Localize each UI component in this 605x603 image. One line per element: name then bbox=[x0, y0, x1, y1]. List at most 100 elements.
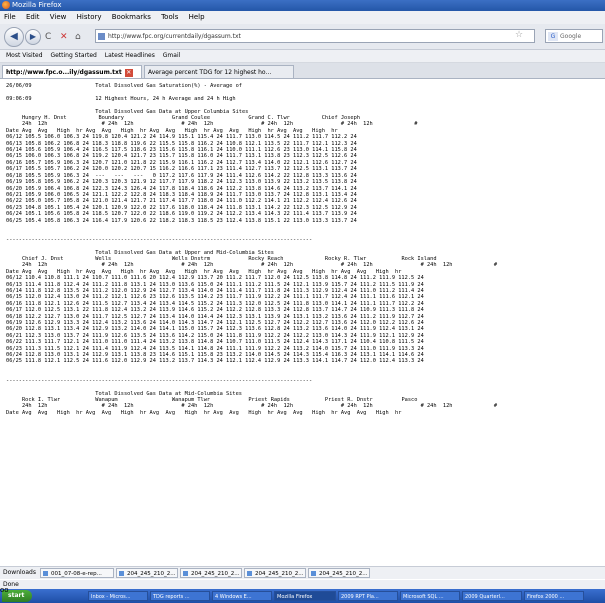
data-row: 06/25 105.4 105.8 106.3 24 116.4 117.9 1… bbox=[6, 217, 357, 224]
search-placeholder: Google bbox=[560, 33, 582, 40]
menu-edit[interactable]: Edit bbox=[26, 13, 40, 21]
divider: ----------------------------------------… bbox=[6, 377, 313, 384]
section-1-heading: Total Dissolved Gas Data at Upper Columb… bbox=[95, 108, 249, 115]
reload-button[interactable]: C bbox=[45, 31, 51, 43]
data-row: 06/20 112.8 113.1 113.4 24 112.9 113.2 1… bbox=[6, 326, 424, 333]
data-row: 06/16 105.7 105.9 106.3 24 120.7 121.0 1… bbox=[6, 159, 357, 166]
taskbar-item[interactable]: 2009 RPT Pla... bbox=[338, 591, 398, 601]
section-2-rows: 06/12 110.4 110.8 111.1 24 110.7 111.0 1… bbox=[6, 275, 424, 364]
download-item[interactable]: 204_245_210_2... bbox=[308, 568, 370, 578]
menu-history[interactable]: History bbox=[77, 13, 102, 21]
data-row: 06/17 112.0 112.5 113.1 22 111.8 112.4 1… bbox=[6, 307, 424, 314]
taskbar-item[interactable]: Microsoft SQL ... bbox=[400, 591, 460, 601]
taskbar-item[interactable]: Inbox - Micros... bbox=[88, 591, 148, 601]
taskbar-item[interactable]: 2009 Quarterl... bbox=[462, 591, 522, 601]
taskbar-item[interactable]: 4 Windows E... bbox=[212, 591, 272, 601]
section-1-rows: 06/12 105.5 106.0 106.3 24 119.8 120.4 1… bbox=[6, 134, 357, 223]
report-title-1: Total Dissolved Gas Saturation(%) - Aver… bbox=[95, 83, 242, 89]
data-row: 06/19 105.8 105.9 106.2 24 120.3 120.3 1… bbox=[6, 179, 357, 186]
data-row: 06/14 105.6 105.9 106.4 24 116.5 117.5 1… bbox=[6, 147, 357, 154]
bookmark-most-visited[interactable]: Most Visited bbox=[6, 52, 43, 59]
section-2-cols1: 24h 12h # 24h 12h # 24h 12h # 24h 12h # … bbox=[6, 262, 498, 269]
data-row: 06/19 112.6 112.9 113.3 24 112.4 113.2 1… bbox=[6, 320, 424, 327]
menu-bookmarks[interactable]: Bookmarks bbox=[112, 13, 151, 21]
download-item[interactable]: 001_07-08-e-rep... bbox=[40, 568, 114, 578]
report-date: 26/06/09 bbox=[6, 83, 32, 89]
tab-label: Average percent TDG for 12 highest ho... bbox=[148, 69, 272, 76]
data-row: 06/15 106.0 106.3 106.8 24 119.2 120.4 1… bbox=[6, 153, 357, 160]
section-3-cols2: Date Avg Avg High hr Avg Avg High hr Avg… bbox=[6, 409, 402, 416]
data-row: 06/15 112.0 112.4 113.0 24 111.2 112.1 1… bbox=[6, 294, 424, 301]
section-2-heading: Total Dissolved Gas Data at Upper and Mi… bbox=[95, 249, 274, 256]
forward-button[interactable]: ▶ bbox=[25, 29, 41, 45]
back-button[interactable]: ◀ bbox=[4, 27, 24, 47]
navigation-toolbar: ◀ ▶ C ✕ ⌂ http://www.fpc.org/currentdail… bbox=[0, 24, 605, 50]
taskbar-item[interactable]: TDG reports ... bbox=[150, 591, 210, 601]
tab-label: http://www.fpc.o...ily/dgassum.txt bbox=[6, 69, 122, 76]
section-2-sites: Chief J. Dnst Wells Wells Dnstrm Rocky R… bbox=[21, 255, 437, 262]
section-1-sites: Hungry H. Dnst Boundary Grand Coulee Gra… bbox=[21, 115, 360, 122]
data-row: 06/18 105.5 105.9 106.3 24 --- --- --- 0… bbox=[6, 172, 357, 179]
data-row: 06/12 105.5 106.0 106.3 24 119.8 120.4 1… bbox=[6, 134, 357, 141]
search-box[interactable]: G Google bbox=[545, 29, 603, 43]
stop-button[interactable]: ✕ bbox=[60, 31, 68, 43]
data-row: 06/22 105.0 105.7 105.8 24 121.0 121.4 1… bbox=[6, 198, 357, 205]
tab-dgassum[interactable]: http://www.fpc.o...ily/dgassum.txt ✕ bbox=[2, 65, 142, 78]
data-row: 06/18 112.2 112.7 113.0 24 111.7 112.5 1… bbox=[6, 313, 424, 320]
data-row: 06/13 105.8 106.2 106.8 24 118.3 118.8 1… bbox=[6, 140, 357, 147]
section-1-cols2: Date Avg Avg High hr Avg Avg High hr Avg… bbox=[6, 127, 338, 134]
data-row: 06/20 105.9 106.4 106.8 24 122.3 124.3 1… bbox=[6, 185, 357, 192]
data-row: 06/24 112.8 113.0 113.1 24 112.9 113.1 1… bbox=[6, 352, 424, 359]
data-row: 06/25 111.8 112.1 112.5 24 111.6 112.0 1… bbox=[6, 358, 424, 365]
address-text: http://www.fpc.org/currentdaily/dgassum.… bbox=[108, 33, 241, 40]
data-row: 06/16 111.8 112.1 112.6 24 111.5 112.7 1… bbox=[6, 300, 424, 307]
address-bar[interactable]: http://www.fpc.org/currentdaily/dgassum.… bbox=[95, 29, 535, 43]
data-row: 06/21 112.3 113.0 113.7 24 111.9 112.6 1… bbox=[6, 332, 424, 339]
data-row: 06/14 111.8 112.8 113.5 24 111.2 112.0 1… bbox=[6, 288, 424, 294]
section-3-sites: Rock I. Tlwr Wanapum Wanapum Tlwr Priest… bbox=[21, 396, 418, 403]
data-row: 06/12 110.4 110.8 111.1 24 110.7 111.0 1… bbox=[6, 275, 424, 282]
bookmarks-toolbar: Most Visited Getting Started Latest Head… bbox=[0, 50, 605, 63]
bookmark-gmail[interactable]: Gmail bbox=[163, 52, 181, 59]
menu-help[interactable]: Help bbox=[189, 13, 205, 21]
data-row: 06/23 104.8 105.1 105.4 24 120.1 120.9 1… bbox=[6, 204, 357, 211]
close-tab-icon[interactable]: ✕ bbox=[124, 68, 133, 77]
section-3-cols1: 24h 12h # 24h 12h # 24h 12h # 24h 12h # … bbox=[6, 403, 498, 410]
report-title-2: 12 Highest Hours, 24 h Average and 24 h … bbox=[95, 95, 236, 102]
data-row: 06/17 105.5 105.7 106.2 24 120.0 120.2 1… bbox=[6, 166, 357, 173]
data-row: 06/24 105.1 105.6 105.8 24 118.5 120.7 1… bbox=[6, 211, 357, 218]
firefox-logo-icon bbox=[2, 1, 10, 9]
status-bar: Done bbox=[0, 580, 605, 589]
google-search-icon: G bbox=[548, 32, 558, 41]
download-item[interactable]: 204_245_210_2... bbox=[116, 568, 178, 578]
taskbar-item[interactable]: Firefox 2000 ... bbox=[524, 591, 584, 601]
download-item[interactable]: 204_245_210_2... bbox=[244, 568, 306, 578]
divider: ----------------------------------------… bbox=[6, 236, 313, 243]
bookmark-star-icon[interactable]: ☆ bbox=[515, 30, 523, 40]
window-title: Mozilla Firefox bbox=[12, 1, 62, 9]
section-1-cols1: 24h 12h # 24h 12h # 24h 12h # 24h 12h # … bbox=[6, 121, 418, 128]
bookmark-latest-headlines[interactable]: Latest Headlines bbox=[105, 52, 155, 59]
data-row: 06/23 111.3 111.5 112.1 24 111.4 111.9 1… bbox=[6, 345, 424, 352]
section-2-cols2: Date Avg Avg High hr Avg Avg High hr Avg… bbox=[6, 268, 402, 275]
report-time: 09:06:09 bbox=[6, 95, 32, 102]
home-button[interactable]: ⌂ bbox=[75, 31, 81, 43]
tab-strip: http://www.fpc.o...ily/dgassum.txt ✕ Aver… bbox=[0, 63, 605, 79]
report-text: 26/06/09 Total Dissolved Gas Saturation(… bbox=[0, 79, 605, 416]
taskbar-item[interactable]: Mozilla Firefox bbox=[274, 591, 336, 601]
menu-tools[interactable]: Tools bbox=[161, 13, 178, 21]
menu-file[interactable]: File bbox=[4, 13, 16, 21]
downloads-bar: Downloads 001_07-08-e-rep... 204_245_210… bbox=[0, 566, 605, 579]
window-titlebar: Mozilla Firefox bbox=[0, 0, 605, 11]
section-3-heading: Total Dissolved Gas Data at Mid-Columbia… bbox=[95, 390, 242, 397]
download-item[interactable]: 204_245_210_2... bbox=[180, 568, 242, 578]
data-row: 06/22 111.3 111.7 112.1 24 111.0 111.0 1… bbox=[6, 339, 424, 346]
cut-off-text: oo bbox=[0, 586, 9, 594]
bookmark-getting-started[interactable]: Getting Started bbox=[50, 52, 96, 59]
page-content: 26/06/09 Total Dissolved Gas Saturation(… bbox=[0, 79, 605, 559]
data-row: 06/21 105.9 106.0 106.5 24 121.1 122.2 1… bbox=[6, 191, 357, 198]
downloads-label[interactable]: Downloads bbox=[3, 567, 36, 579]
site-favicon-icon bbox=[98, 33, 105, 40]
tab-average-tdg[interactable]: Average percent TDG for 12 highest ho... bbox=[144, 65, 294, 78]
menu-view[interactable]: View bbox=[50, 13, 67, 21]
